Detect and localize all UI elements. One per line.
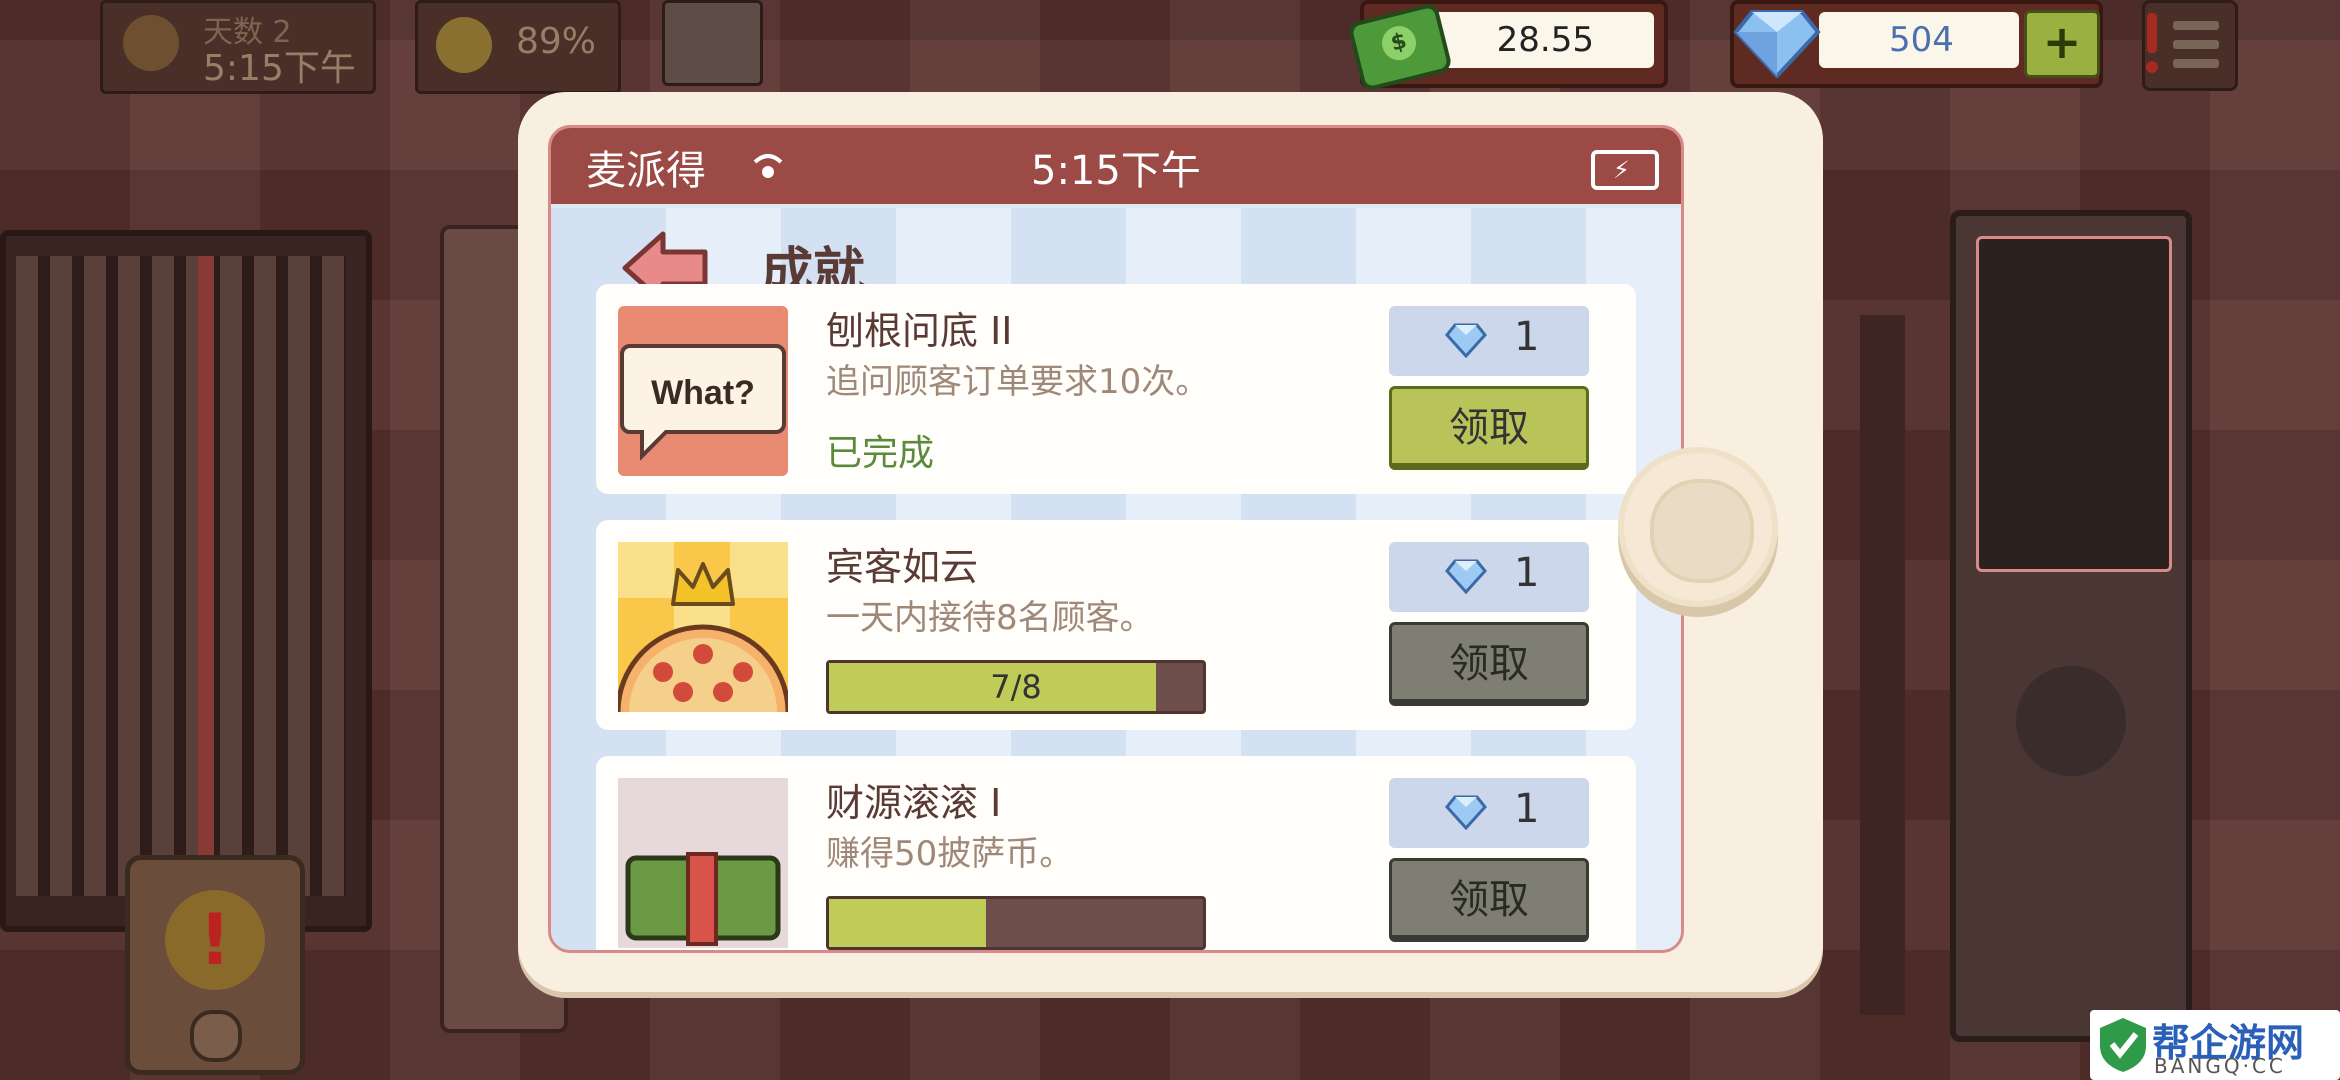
alert-icon: ! <box>165 890 265 990</box>
sun-icon <box>123 15 179 71</box>
alert-icon <box>2146 13 2158 73</box>
achievement-card: What? 刨根问底 II 追问顾客订单要求10次。 已完成 1 领取 <box>596 284 1636 494</box>
claim-button[interactable]: 领取 <box>1389 386 1589 470</box>
reward-amount: 1 <box>1514 786 1540 832</box>
diamond-icon <box>1445 559 1487 594</box>
home-button-inner <box>1650 479 1754 583</box>
reward-amount: 1 <box>1514 314 1540 360</box>
oven-bar-red <box>198 256 214 896</box>
trash-icon[interactable] <box>2016 666 2126 776</box>
gems-panel: 504 + <box>1730 0 2103 88</box>
achievement-name: 宾客如云 <box>826 545 979 589</box>
achievement-name: 财源滚滚 I <box>826 781 1002 825</box>
diamond-icon <box>1445 323 1487 358</box>
app-name: 麦派得 <box>586 148 706 194</box>
trash-station <box>1950 210 2192 1042</box>
reward-badge: 1 <box>1389 542 1589 612</box>
oven-grill <box>16 256 346 896</box>
menu-icon-line <box>2173 59 2219 68</box>
achievement-description: 赚得50披萨币。 <box>826 834 1074 874</box>
achievement-description: 一天内接待8名顾客。 <box>826 598 1154 638</box>
day-time-panel: 天数 2 5:15下午 <box>100 0 376 94</box>
gems-value-box: 504 <box>1819 12 2019 68</box>
happiness-value: 89% <box>516 21 597 62</box>
progress-bar: 7/8 <box>826 660 1206 714</box>
menu-icon-line <box>2173 40 2219 49</box>
trash-screen <box>1976 236 2172 572</box>
smiley-icon <box>436 17 492 73</box>
phone-home-icon <box>190 1010 242 1062</box>
reward-badge: 1 <box>1389 306 1589 376</box>
money-stack-icon <box>618 778 788 948</box>
diamond-icon <box>1445 795 1487 830</box>
pizza-crown-icon <box>618 542 788 712</box>
cash-value-box: 28.55 <box>1434 12 1654 68</box>
claim-button[interactable]: 领取 <box>1389 622 1589 706</box>
phone-status-bar: 麦派得 5:15下午 ⚡ <box>551 128 1681 204</box>
phone-home-button[interactable] <box>1618 447 1778 607</box>
cash-panel: 28.55 $ <box>1346 0 1668 93</box>
reward-badge: 1 <box>1389 778 1589 848</box>
oven <box>0 230 372 932</box>
menu-button[interactable] <box>2142 0 2238 91</box>
progress-bar <box>826 896 1206 950</box>
menu-icon-line <box>2173 21 2219 30</box>
phone-time: 5:15下午 <box>1031 148 1201 194</box>
progress-fill <box>829 899 987 947</box>
phone-device: 麦派得 5:15下午 ⚡ 成就 What? 刨根问底 II 追问顾客订单要求10… <box>518 92 1823 992</box>
phone-alert-button[interactable]: ! <box>125 855 305 1075</box>
achievement-status: 已完成 <box>826 433 935 474</box>
shield-logo-icon <box>2100 1018 2146 1072</box>
gems-value: 504 <box>1889 20 1954 60</box>
achievement-name: 刨根问底 II <box>826 309 1013 353</box>
cash-value: 28.55 <box>1496 20 1594 60</box>
achievement-description: 追问顾客订单要求10次。 <box>826 362 1210 402</box>
reward-amount: 1 <box>1514 550 1540 596</box>
diamond-icon <box>1733 10 1821 78</box>
phone-screen: 麦派得 5:15下午 ⚡ 成就 What? 刨根问底 II 追问顾客订单要求10… <box>548 125 1684 953</box>
watermark-subtitle: BANGQ·CC <box>2154 1054 2286 1078</box>
achievement-card: 宾客如云 一天内接待8名顾客。 7/8 1 领取 <box>596 520 1636 730</box>
wifi-icon <box>753 154 783 178</box>
cash-icon: $ <box>1346 1 1454 93</box>
add-gems-button[interactable]: + <box>2024 10 2100 78</box>
thumb-text: What? <box>651 374 755 412</box>
progress-text: 7/8 <box>990 668 1042 706</box>
game-time: 5:15下午 <box>203 48 356 89</box>
claim-button[interactable]: 领取 <box>1389 858 1589 942</box>
achievement-card: 财源滚滚 I 赚得50披萨币。 1 领取 <box>596 756 1636 950</box>
watermark: 帮企游网 BANGQ·CC <box>2090 1010 2340 1080</box>
happiness-panel: 89% <box>415 0 621 94</box>
battery-icon: ⚡ <box>1591 150 1659 190</box>
order-note-icon[interactable] <box>662 0 763 86</box>
speech-bubble-icon: What? <box>618 306 788 476</box>
shelf <box>1860 315 1905 1015</box>
